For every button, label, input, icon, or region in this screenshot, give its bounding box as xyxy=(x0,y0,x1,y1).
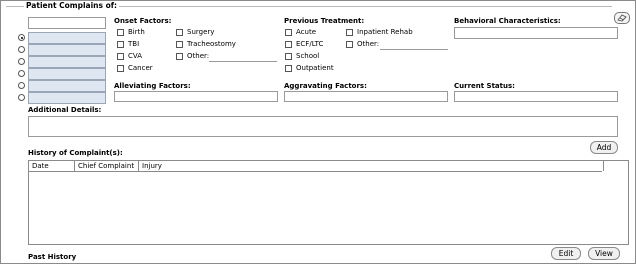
onset-factor-checkbox[interactable] xyxy=(117,65,124,72)
additional-details-label: Additional Details: xyxy=(28,106,102,114)
view-button[interactable]: View xyxy=(588,247,620,260)
onset-factor-label: CVA xyxy=(128,52,143,60)
complaint-cell[interactable] xyxy=(28,32,106,44)
complaint-cell[interactable] xyxy=(28,92,106,104)
treatment-other-input[interactable] xyxy=(380,40,448,50)
treatment-checkbox[interactable] xyxy=(285,29,292,36)
aggravating-input[interactable] xyxy=(284,91,448,102)
behavioral-input[interactable] xyxy=(454,27,618,39)
complaint-header-input[interactable] xyxy=(28,17,106,29)
previous-treatment-label: Previous Treatment: xyxy=(284,17,365,25)
onset-factor-checkbox[interactable] xyxy=(176,53,183,60)
treatment-checkbox[interactable] xyxy=(346,29,353,36)
onset-factors-label: Onset Factors: xyxy=(114,17,172,25)
complaint-cell[interactable] xyxy=(28,68,106,80)
onset-factor-label: TBI xyxy=(128,40,140,48)
onset-factor-label: Cancer xyxy=(128,64,153,72)
behavioral-label: Behavioral Characteristics: xyxy=(454,17,561,25)
additional-details-input[interactable] xyxy=(28,116,618,137)
current-status-input[interactable] xyxy=(454,91,618,102)
treatment-checkbox[interactable] xyxy=(285,53,292,60)
treatment-label: Acute xyxy=(296,28,317,36)
treatment-label: Outpatient xyxy=(296,64,334,72)
eraser-button[interactable] xyxy=(614,12,630,24)
treatment-checkbox[interactable] xyxy=(285,41,292,48)
treatment-label: Other: xyxy=(357,40,380,48)
onset-factor-checkbox[interactable] xyxy=(117,41,124,48)
column-header-date[interactable]: Date xyxy=(29,161,75,171)
complaint-radio[interactable] xyxy=(18,94,25,101)
treatment-checkbox[interactable] xyxy=(346,41,353,48)
header-divider xyxy=(29,171,602,172)
column-header-chief-complaint[interactable]: Chief Complaint xyxy=(75,161,139,171)
history-table[interactable]: Date Chief Complaint Injury xyxy=(28,160,629,245)
onset-factor-checkbox[interactable] xyxy=(117,53,124,60)
onset-factor-label: Birth xyxy=(128,28,145,36)
alleviating-label: Alleviating Factors: xyxy=(114,82,191,90)
onset-other-input[interactable] xyxy=(209,52,277,62)
complaint-cell[interactable] xyxy=(28,56,106,68)
current-status-label: Current Status: xyxy=(454,82,515,90)
alleviating-input[interactable] xyxy=(114,91,278,102)
aggravating-label: Aggravating Factors: xyxy=(284,82,367,90)
onset-factor-checkbox[interactable] xyxy=(176,41,183,48)
section-title: Patient Complains of: xyxy=(24,1,120,10)
complaint-radio[interactable] xyxy=(18,70,25,77)
add-history-button[interactable]: Add xyxy=(590,141,618,154)
complaint-radio[interactable] xyxy=(18,34,25,41)
history-label: History of Complaint(s): xyxy=(28,149,123,157)
onset-factor-checkbox[interactable] xyxy=(176,29,183,36)
complaint-radio[interactable] xyxy=(18,82,25,89)
edit-button[interactable]: Edit xyxy=(551,247,581,260)
column-header-injury[interactable]: Injury xyxy=(139,161,604,171)
complaint-cell[interactable] xyxy=(28,44,106,56)
onset-factor-label: Other: xyxy=(187,52,210,60)
complaint-radio[interactable] xyxy=(18,58,25,65)
treatment-label: Inpatient Rehab xyxy=(357,28,413,36)
complaint-cell[interactable] xyxy=(28,80,106,92)
treatment-checkbox[interactable] xyxy=(285,65,292,72)
treatment-label: School xyxy=(296,52,320,60)
onset-factor-label: Tracheostomy xyxy=(187,40,236,48)
complaint-radio[interactable] xyxy=(18,46,25,53)
onset-factor-label: Surgery xyxy=(187,28,215,36)
past-history-label: Past History xyxy=(28,253,77,261)
onset-factor-checkbox[interactable] xyxy=(117,29,124,36)
treatment-label: ECF/LTC xyxy=(296,40,324,48)
